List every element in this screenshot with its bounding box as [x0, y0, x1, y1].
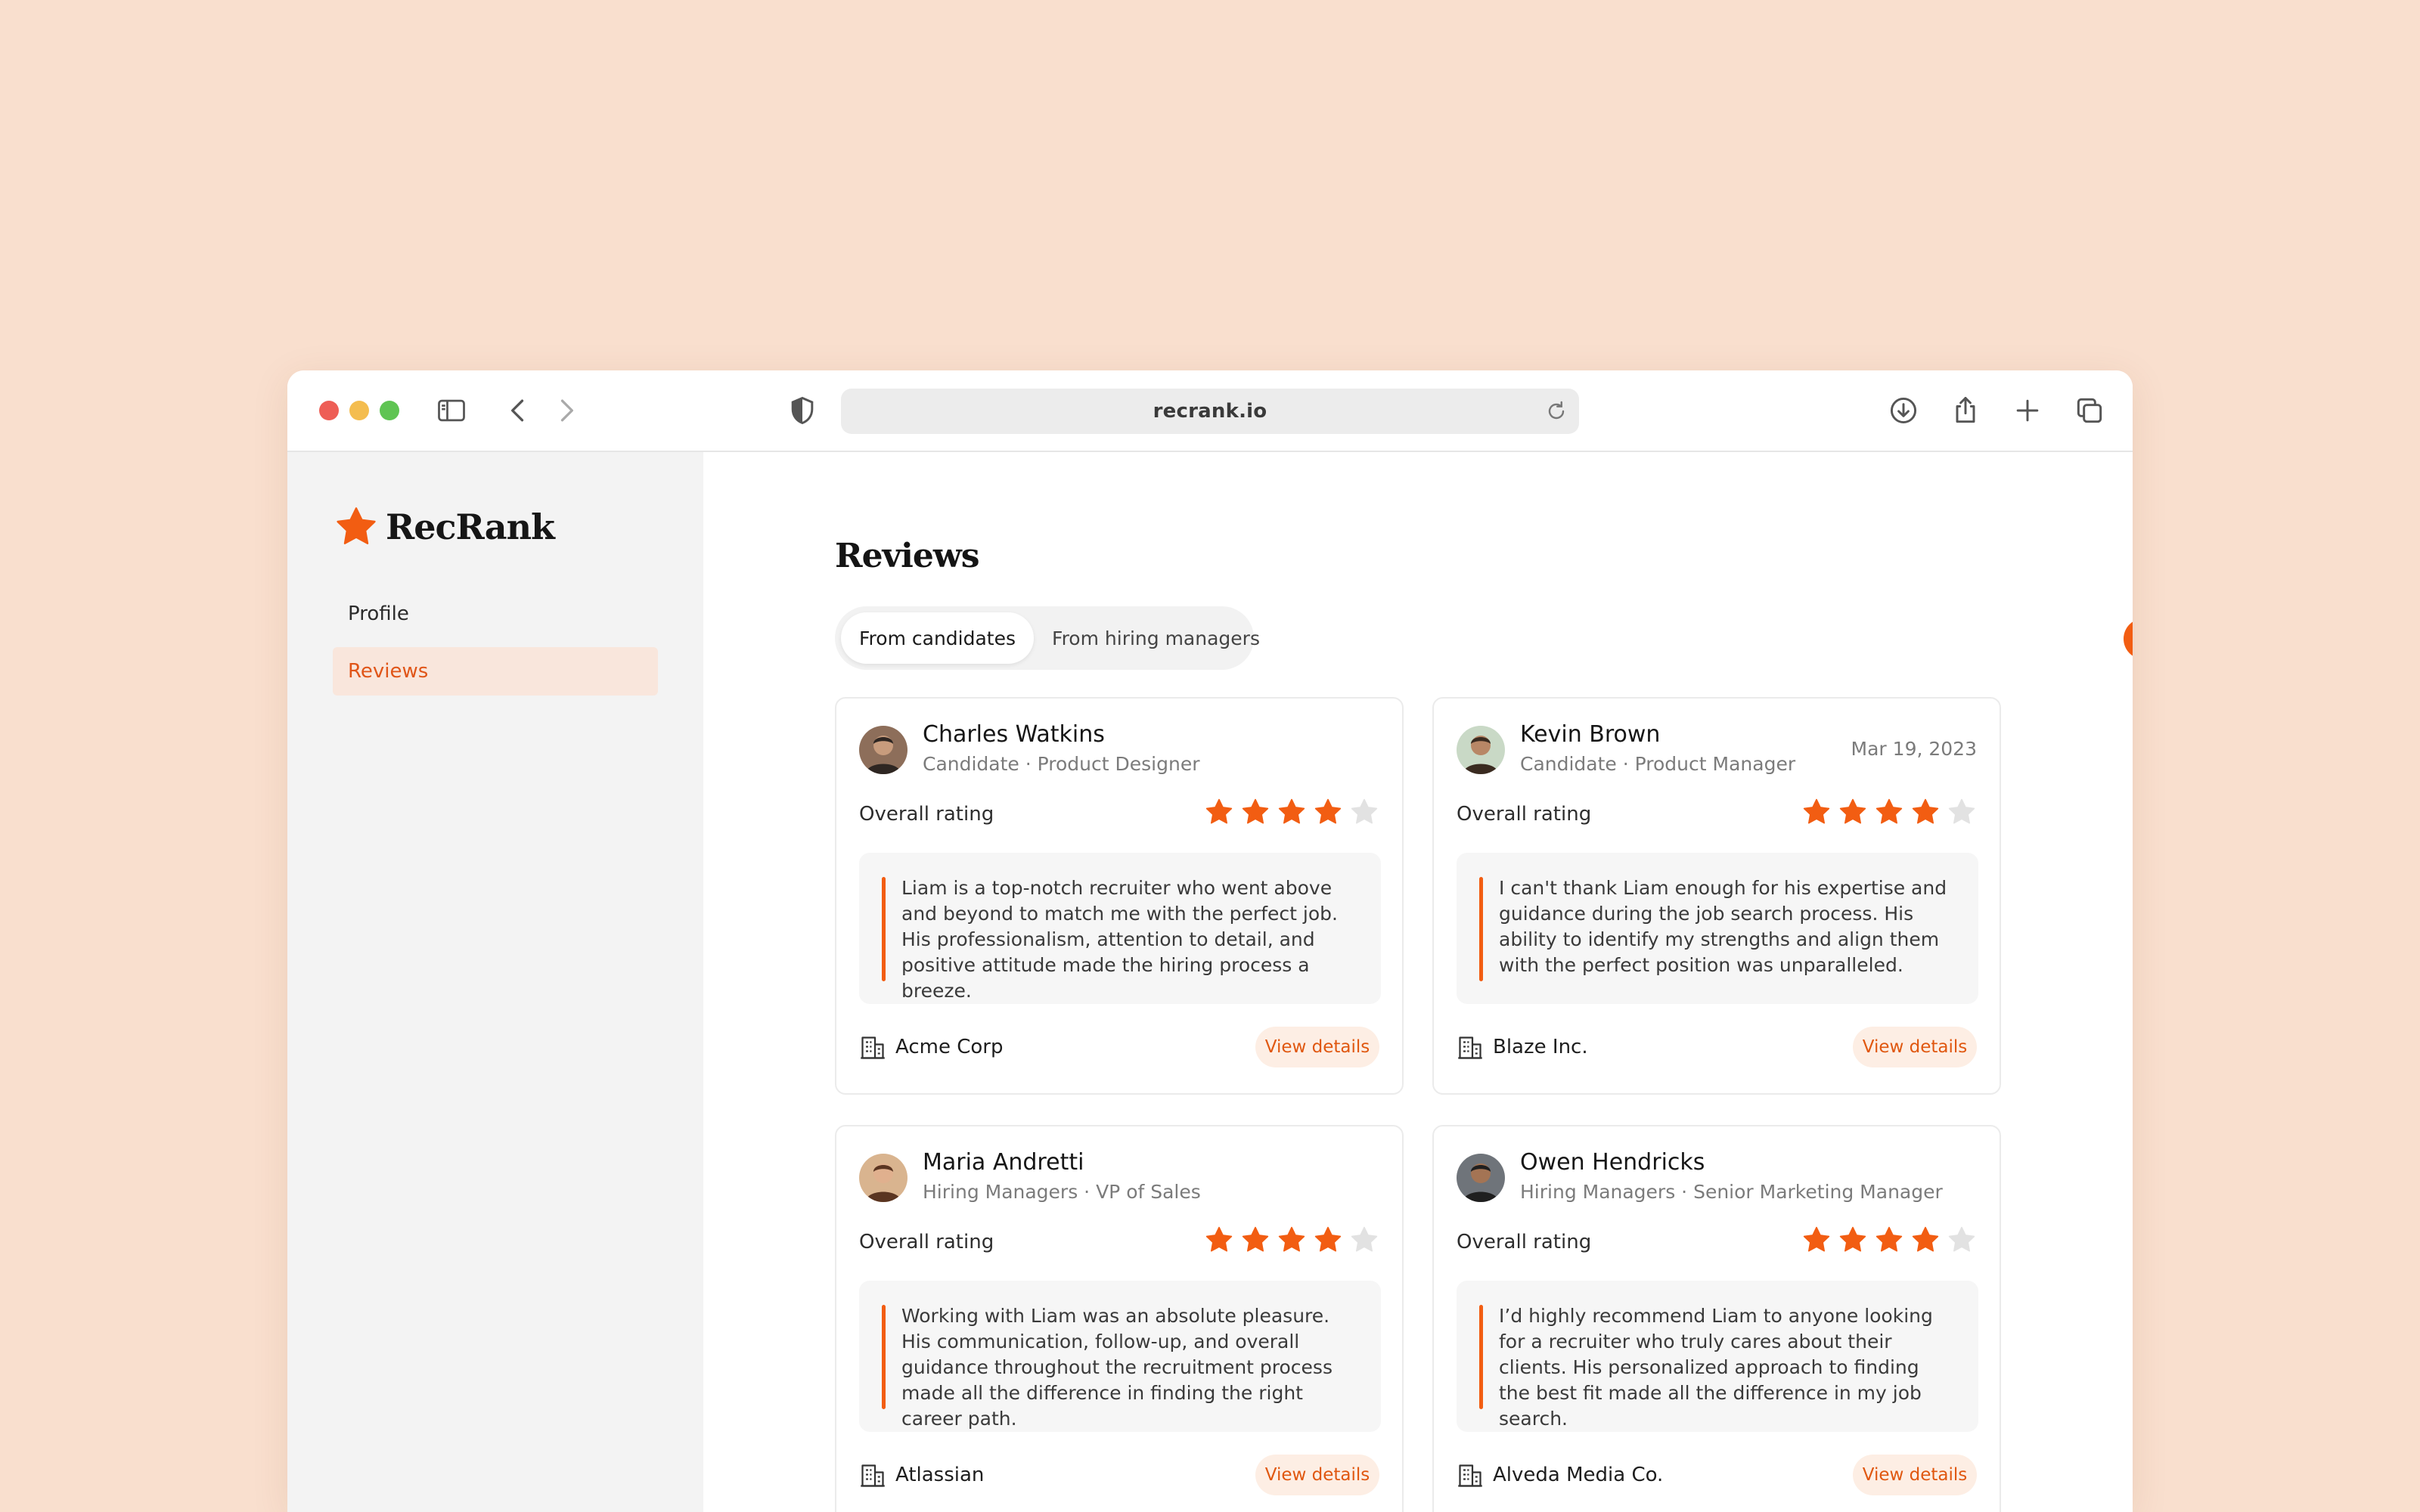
- company-name: Alveda Media Co.: [1493, 1464, 1664, 1486]
- star-filled-icon: [1801, 1225, 1832, 1255]
- reload-icon[interactable]: [1543, 398, 1570, 425]
- tab-from-hiring-managers[interactable]: From hiring managers: [1034, 612, 1278, 664]
- view-details-button[interactable]: View details: [1255, 1455, 1379, 1495]
- review-quote: Working with Liam was an absolute pleasu…: [859, 1281, 1381, 1432]
- star-filled-icon: [1838, 797, 1868, 827]
- reviewer-role: Candidate · Product Designer: [923, 753, 1200, 775]
- review-quote: I can't thank Liam enough for his expert…: [1457, 853, 1978, 1004]
- building-icon: [1457, 1034, 1484, 1061]
- reviewer-name: Kevin Brown: [1520, 721, 1661, 748]
- building-icon: [1457, 1462, 1484, 1489]
- close-window-button[interactable]: [319, 401, 339, 420]
- rating-label: Overall rating: [859, 1231, 994, 1253]
- review-quote: Liam is a top-notch recruiter who went a…: [859, 853, 1381, 1004]
- star-filled-icon: [1204, 1225, 1234, 1255]
- avatar: [859, 1154, 908, 1202]
- star-rating: [1795, 797, 1977, 827]
- review-card: Owen Hendricks Hiring Managers · Senior M…: [1432, 1125, 2001, 1512]
- reviewer-role: Hiring Managers · VP of Sales: [923, 1181, 1201, 1203]
- browser-window: recrank.io RecRank Profile Reviews Revie…: [287, 370, 2133, 1512]
- forward-icon[interactable]: [548, 392, 585, 429]
- app-logo[interactable]: RecRank: [334, 505, 555, 549]
- request-review-button[interactable]: Request a review: [2124, 618, 2133, 659]
- review-text: Liam is a top-notch recruiter who went a…: [901, 877, 1338, 1002]
- star-filled-icon: [1240, 1225, 1270, 1255]
- star-rating: [1198, 1225, 1379, 1255]
- star-empty-icon: [1349, 1225, 1379, 1255]
- page-title: Reviews: [835, 537, 979, 575]
- reviewer-role: Candidate · Product Manager: [1520, 753, 1796, 775]
- review-date: Mar 19, 2023: [1851, 738, 1977, 760]
- reviewer-role: Hiring Managers · Senior Marketing Manag…: [1520, 1181, 1943, 1203]
- sidebar-item-reviews[interactable]: Reviews: [333, 647, 658, 696]
- quote-accent-bar: [1479, 877, 1483, 981]
- building-icon: [859, 1034, 886, 1061]
- review-card: Charles Watkins Candidate · Product Desig…: [835, 697, 1404, 1095]
- star-rating: [1198, 797, 1379, 827]
- star-empty-icon: [1349, 797, 1379, 827]
- review-card: Maria Andretti Hiring Managers · VP of Sa…: [835, 1125, 1404, 1512]
- rating-label: Overall rating: [1457, 1231, 1592, 1253]
- view-details-button[interactable]: View details: [1853, 1027, 1977, 1067]
- address-bar[interactable]: recrank.io: [841, 389, 1579, 434]
- star-empty-icon: [1947, 1225, 1977, 1255]
- reviewer-name: Charles Watkins: [923, 721, 1105, 748]
- star-empty-icon: [1947, 797, 1977, 827]
- star-filled-icon: [1910, 1225, 1941, 1255]
- review-text: Working with Liam was an absolute pleasu…: [901, 1305, 1333, 1430]
- review-source-tabs: From candidates From hiring managers: [835, 606, 1260, 670]
- quote-accent-bar: [882, 877, 886, 981]
- download-icon[interactable]: [1885, 392, 1922, 429]
- view-details-button[interactable]: View details: [1853, 1455, 1977, 1495]
- star-filled-icon: [1240, 797, 1270, 827]
- review-text: I’d highly recommend Liam to anyone look…: [1499, 1305, 1933, 1430]
- sidebar: RecRank Profile Reviews: [287, 452, 703, 1512]
- back-icon[interactable]: [499, 392, 537, 429]
- review-card: Kevin Brown Candidate · Product Manager Ma…: [1432, 697, 2001, 1095]
- avatar: [1457, 1154, 1505, 1202]
- browser-toolbar: recrank.io: [287, 370, 2133, 452]
- reviewer-name: Owen Hendricks: [1520, 1149, 1705, 1176]
- review-text: I can't thank Liam enough for his expert…: [1499, 877, 1947, 976]
- minimize-window-button[interactable]: [349, 401, 369, 420]
- avatar: [1457, 726, 1505, 774]
- star-filled-icon: [1313, 797, 1343, 827]
- star-filled-icon: [1801, 797, 1832, 827]
- quote-accent-bar: [882, 1305, 886, 1409]
- shield-icon[interactable]: [783, 392, 821, 429]
- star-filled-icon: [1910, 797, 1941, 827]
- reviewer-name: Maria Andretti: [923, 1149, 1084, 1176]
- app-name: RecRank: [386, 507, 555, 547]
- main-content: Reviews From candidates From hiring mana…: [703, 452, 2133, 1512]
- rating-label: Overall rating: [859, 803, 994, 826]
- star-filled-icon: [1874, 797, 1904, 827]
- star-filled-icon: [1277, 797, 1307, 827]
- new-tab-icon[interactable]: [2009, 392, 2046, 429]
- company-name: Atlassian: [895, 1464, 985, 1486]
- address-url: recrank.io: [1153, 400, 1267, 423]
- star-logo-icon: [334, 505, 378, 549]
- star-filled-icon: [1838, 1225, 1868, 1255]
- share-icon[interactable]: [1947, 392, 1984, 429]
- tabs-overview-icon[interactable]: [2071, 392, 2108, 429]
- star-filled-icon: [1277, 1225, 1307, 1255]
- sidebar-toggle-icon[interactable]: [433, 392, 470, 429]
- company-name: Blaze Inc.: [1493, 1036, 1588, 1058]
- review-quote: I’d highly recommend Liam to anyone look…: [1457, 1281, 1978, 1432]
- company-name: Acme Corp: [895, 1036, 1004, 1058]
- tab-from-candidates[interactable]: From candidates: [841, 612, 1035, 664]
- star-filled-icon: [1204, 797, 1234, 827]
- sidebar-item-profile[interactable]: Profile: [333, 590, 658, 638]
- star-filled-icon: [1313, 1225, 1343, 1255]
- avatar: [859, 726, 908, 774]
- rating-label: Overall rating: [1457, 803, 1592, 826]
- star-rating: [1795, 1225, 1977, 1255]
- maximize-window-button[interactable]: [380, 401, 399, 420]
- view-details-button[interactable]: View details: [1255, 1027, 1379, 1067]
- quote-accent-bar: [1479, 1305, 1483, 1409]
- building-icon: [859, 1462, 886, 1489]
- star-filled-icon: [1874, 1225, 1904, 1255]
